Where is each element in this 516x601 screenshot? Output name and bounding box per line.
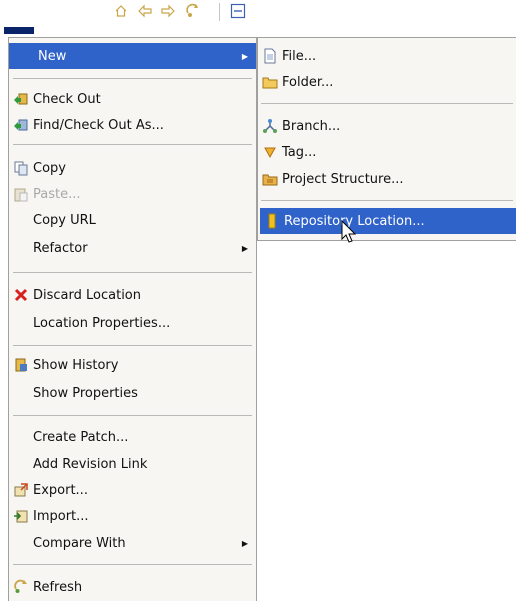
project-structure-label: Project Structure... [282,171,404,187]
history-icon [13,357,29,373]
show-properties-label: Show Properties [33,385,138,401]
submenu-arrow-icon: ▶ [241,243,248,253]
repository-location-label: Repository Location... [284,213,425,229]
submenu-arrow-icon: ▶ [241,538,248,548]
export-label: Export... [33,482,88,498]
menu-item-refactor[interactable]: Refactor ▶ [9,235,256,261]
menu-item-show-history[interactable]: Show History [9,352,256,378]
menu-separator [13,272,252,273]
create-patch-label: Create Patch... [33,429,129,445]
menu-item-import[interactable]: Import... [9,503,256,529]
location-properties-label: Location Properties... [33,315,171,331]
import-icon [13,508,29,524]
menu-separator [261,200,513,201]
branch-icon [262,118,278,134]
file-icon [262,48,278,64]
menu-item-copy[interactable]: Copy [9,155,256,181]
submenu-item-file[interactable]: File... [258,43,516,69]
menu-item-create-patch[interactable]: Create Patch... [9,424,256,450]
folder-icon [262,74,278,90]
submenu-item-tag[interactable]: Tag... [258,139,516,165]
discard-location-label: Discard Location [33,287,141,303]
menu-separator [13,415,252,416]
find-check-out-as-label: Find/Check Out As... [33,117,164,133]
file-label: File... [282,48,317,64]
copy-url-label: Copy URL [33,212,96,228]
context-menu: New ▶ Check Out Find/Check Out As... Cop… [8,37,257,601]
tag-icon [262,144,278,160]
paste-label: Paste... [33,186,81,202]
forward-arrow-icon[interactable] [160,3,176,19]
menu-item-add-revision-link[interactable]: Add Revision Link [9,451,256,477]
submenu-item-branch[interactable]: Branch... [258,113,516,139]
find-check-out-icon [13,117,29,133]
menu-item-export[interactable]: Export... [9,477,256,503]
toolbar [0,0,516,34]
menu-item-discard-location[interactable]: Discard Location [9,282,256,308]
selected-tree-item-fragment [4,27,34,34]
sync-icon[interactable] [185,3,201,19]
folder-label: Folder... [282,74,334,90]
menu-item-show-properties[interactable]: Show Properties [9,380,256,406]
home-icon[interactable] [113,3,129,19]
new-submenu: File... Folder... Branch... Tag... Proje… [257,37,516,241]
menu-separator [13,564,252,565]
menu-item-find-check-out-as[interactable]: Find/Check Out As... [9,112,256,138]
add-revision-link-label: Add Revision Link [33,456,148,472]
show-history-label: Show History [33,357,119,373]
toolbar-separator [219,3,220,21]
paste-icon [13,186,29,202]
menu-item-copy-url[interactable]: Copy URL [9,207,256,233]
import-label: Import... [33,508,89,524]
menu-separator [13,78,252,79]
submenu-item-folder[interactable]: Folder... [258,69,516,95]
check-out-label: Check Out [33,91,101,107]
menu-separator [261,103,513,104]
menu-item-paste: Paste... [9,181,256,207]
submenu-item-project-structure[interactable]: Project Structure... [258,166,516,192]
collapse-icon[interactable] [230,3,246,19]
export-icon [13,482,29,498]
copy-icon [13,160,29,176]
menu-item-new[interactable]: New ▶ [9,43,256,69]
refresh-label: Refresh [33,579,83,595]
menu-item-new-label: New [38,48,67,64]
menu-item-compare-with[interactable]: Compare With ▶ [9,530,256,556]
compare-with-label: Compare With [33,535,126,551]
submenu-arrow-icon: ▶ [241,51,248,61]
copy-label: Copy [33,160,66,176]
menu-item-location-properties[interactable]: Location Properties... [9,310,256,336]
back-arrow-icon[interactable] [137,3,153,19]
menu-separator [13,345,252,346]
menu-item-check-out[interactable]: Check Out [9,86,256,112]
menu-item-refresh[interactable]: Refresh [9,574,256,600]
tag-label: Tag... [282,144,317,160]
refactor-label: Refactor [33,240,88,256]
branch-label: Branch... [282,118,341,134]
refresh-icon [13,579,29,595]
check-out-icon [13,91,29,107]
discard-x-icon [13,287,29,303]
project-structure-icon [262,171,278,187]
repository-location-icon [264,213,280,229]
menu-separator [13,144,252,145]
submenu-item-repository-location[interactable]: Repository Location... [260,208,516,234]
